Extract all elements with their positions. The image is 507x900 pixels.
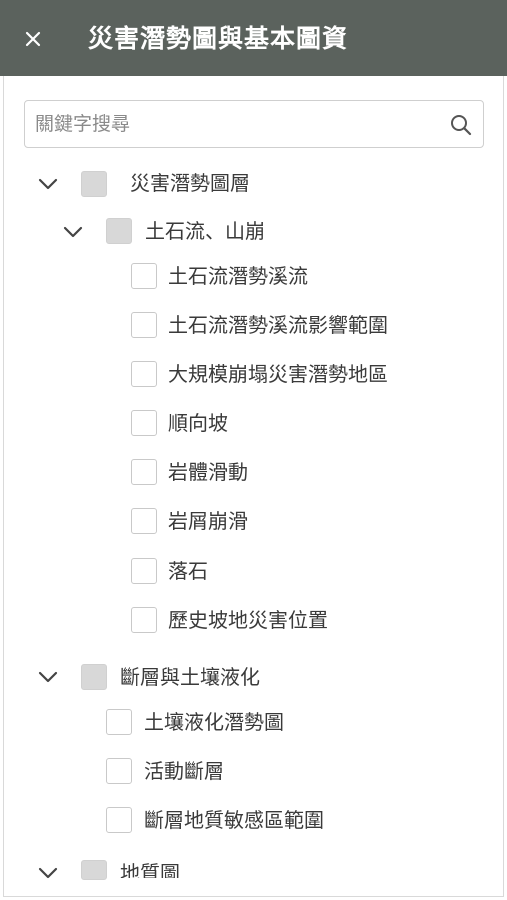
layer-checkbox[interactable] bbox=[131, 607, 157, 633]
layer-checkbox[interactable] bbox=[106, 758, 132, 784]
panel-title: 災害潛勢圖與基本圖資 bbox=[88, 24, 349, 53]
close-icon bbox=[25, 31, 41, 47]
panel-border bbox=[3, 76, 504, 897]
hazard-group-label: 災害潛勢圖層 bbox=[130, 171, 250, 195]
geology-group-label: 地質圖 bbox=[120, 861, 180, 878]
layer-label: 岩體滑動 bbox=[168, 460, 248, 484]
layer-label: 土石流潛勢溪流影響範圍 bbox=[168, 313, 388, 337]
layer-label: 順向坡 bbox=[168, 411, 228, 435]
chevron-down-icon[interactable] bbox=[37, 173, 59, 195]
layer-checkbox[interactable] bbox=[131, 459, 157, 485]
layer-label: 岩屑崩滑 bbox=[168, 509, 248, 533]
fault-group-checkbox[interactable] bbox=[81, 664, 107, 690]
debris-group-label: 土石流、山崩 bbox=[145, 219, 265, 243]
layer-checkbox[interactable] bbox=[131, 312, 157, 338]
chevron-down-icon[interactable] bbox=[37, 862, 59, 884]
layer-label: 活動斷層 bbox=[144, 759, 224, 783]
chevron-down-icon[interactable] bbox=[62, 221, 84, 243]
layer-checkbox[interactable] bbox=[131, 361, 157, 387]
layer-checkbox[interactable] bbox=[106, 807, 132, 833]
chevron-down-icon[interactable] bbox=[37, 666, 59, 688]
layer-label: 歷史坡地災害位置 bbox=[168, 608, 328, 632]
header-bar: 災害潛勢圖與基本圖資 bbox=[0, 0, 507, 76]
layer-checkbox[interactable] bbox=[131, 558, 157, 584]
layer-checkbox[interactable] bbox=[106, 709, 132, 735]
layer-label: 落石 bbox=[168, 559, 208, 583]
geology-group-checkbox[interactable] bbox=[81, 860, 107, 880]
close-button[interactable] bbox=[18, 24, 48, 54]
layer-panel: 災害潛勢圖層 土石流、山崩 土石流潛勢溪流 土石流潛勢溪流影響範圍 大規模崩塌災… bbox=[0, 76, 507, 900]
layer-checkbox[interactable] bbox=[131, 508, 157, 534]
search-input[interactable] bbox=[35, 101, 445, 147]
layer-label: 斷層地質敏感區範圍 bbox=[144, 808, 324, 832]
layer-label: 土石流潛勢溪流 bbox=[168, 264, 308, 288]
layer-checkbox[interactable] bbox=[131, 410, 157, 436]
layer-label: 大規模崩塌災害潛勢地區 bbox=[168, 362, 388, 386]
fault-group-label: 斷層與土壤液化 bbox=[120, 665, 260, 689]
search-box bbox=[24, 100, 484, 148]
layer-label: 土壤液化潛勢圖 bbox=[144, 710, 284, 734]
debris-group-checkbox[interactable] bbox=[106, 218, 132, 244]
layer-checkbox[interactable] bbox=[131, 263, 157, 289]
search-icon[interactable] bbox=[449, 113, 473, 137]
hazard-group-checkbox[interactable] bbox=[81, 171, 107, 197]
